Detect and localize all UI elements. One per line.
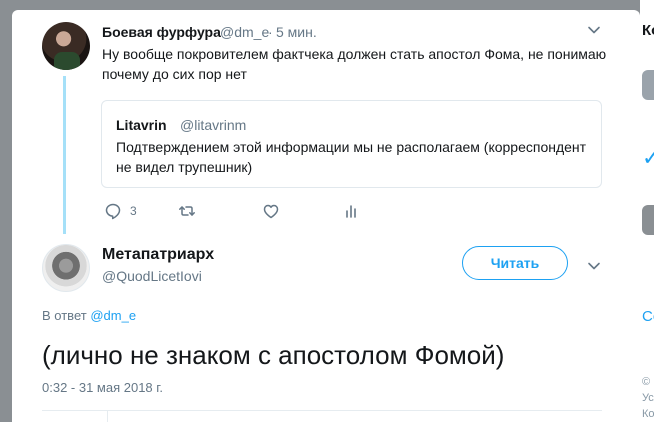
sidebar-fragment-title: Ко xyxy=(642,22,654,39)
parent-tweet-avatar[interactable] xyxy=(42,22,90,70)
main-tweet-author-handle[interactable]: @QuodLicetIovi xyxy=(102,268,202,284)
main-tweet-datetime[interactable]: 0:32 - 31 мая 2018 г. xyxy=(42,380,163,395)
parent-tweet-text: Ну вообще покровителем фактчека должен с… xyxy=(102,46,607,82)
sidebar-fragment-link[interactable]: Со xyxy=(642,308,654,325)
retweet-icon xyxy=(179,206,195,216)
parent-tweet-author-handle[interactable]: @dm_e xyxy=(220,24,269,40)
separator-dot: · xyxy=(268,24,273,40)
sidebar-fragment-footer[interactable]: Усло xyxy=(642,392,654,404)
reply-icon xyxy=(105,203,121,220)
quoted-tweet-author-name: Litavrin xyxy=(116,117,167,133)
main-tweet-avatar[interactable] xyxy=(42,244,90,292)
analytics-button[interactable] xyxy=(342,202,360,220)
reply-prefix: В ответ xyxy=(42,308,87,323)
thread-connector-line xyxy=(63,76,66,234)
chevron-down-icon[interactable] xyxy=(586,22,602,38)
quoted-tweet-author-handle: @litavrinm xyxy=(180,117,247,133)
like-button[interactable] xyxy=(262,202,280,220)
chevron-down-icon[interactable] xyxy=(586,258,602,274)
follow-button[interactable]: Читать xyxy=(462,246,568,280)
parent-tweet-timestamp[interactable]: 5 мин. xyxy=(276,24,317,40)
sidebar-fragment-avatar xyxy=(642,205,654,235)
reply-count: 3 xyxy=(130,204,137,218)
reply-context: В ответ @dm_e xyxy=(42,308,136,323)
sidebar-fragment-avatar xyxy=(642,70,654,100)
background-sidebar-fragment: Ко ✓ Со © Усло Кон xyxy=(640,0,654,422)
divider xyxy=(42,410,602,411)
main-tweet-text: (лично не знаком с апостолом Фомой) xyxy=(42,340,505,370)
analytics-icon xyxy=(346,205,356,218)
reply-to-handle-link[interactable]: @dm_e xyxy=(90,308,136,323)
retweet-button[interactable] xyxy=(178,202,196,220)
sidebar-fragment-footer: © xyxy=(642,376,651,388)
sidebar-fragment-icon: ✓ xyxy=(642,145,654,170)
quoted-tweet[interactable]: Litavrin @litavrinm Подтверждением этой … xyxy=(101,100,602,188)
parent-tweet-author-name[interactable]: Боевая фурфура xyxy=(102,24,221,40)
heart-icon xyxy=(263,204,279,219)
reply-button[interactable]: 3 xyxy=(104,202,137,220)
divider xyxy=(107,410,108,422)
sidebar-fragment-footer[interactable]: Кон xyxy=(642,408,654,420)
quoted-tweet-text: Подтверждением этой информации мы не рас… xyxy=(116,139,587,175)
main-tweet-author-name[interactable]: Метапатриарх xyxy=(102,246,214,264)
